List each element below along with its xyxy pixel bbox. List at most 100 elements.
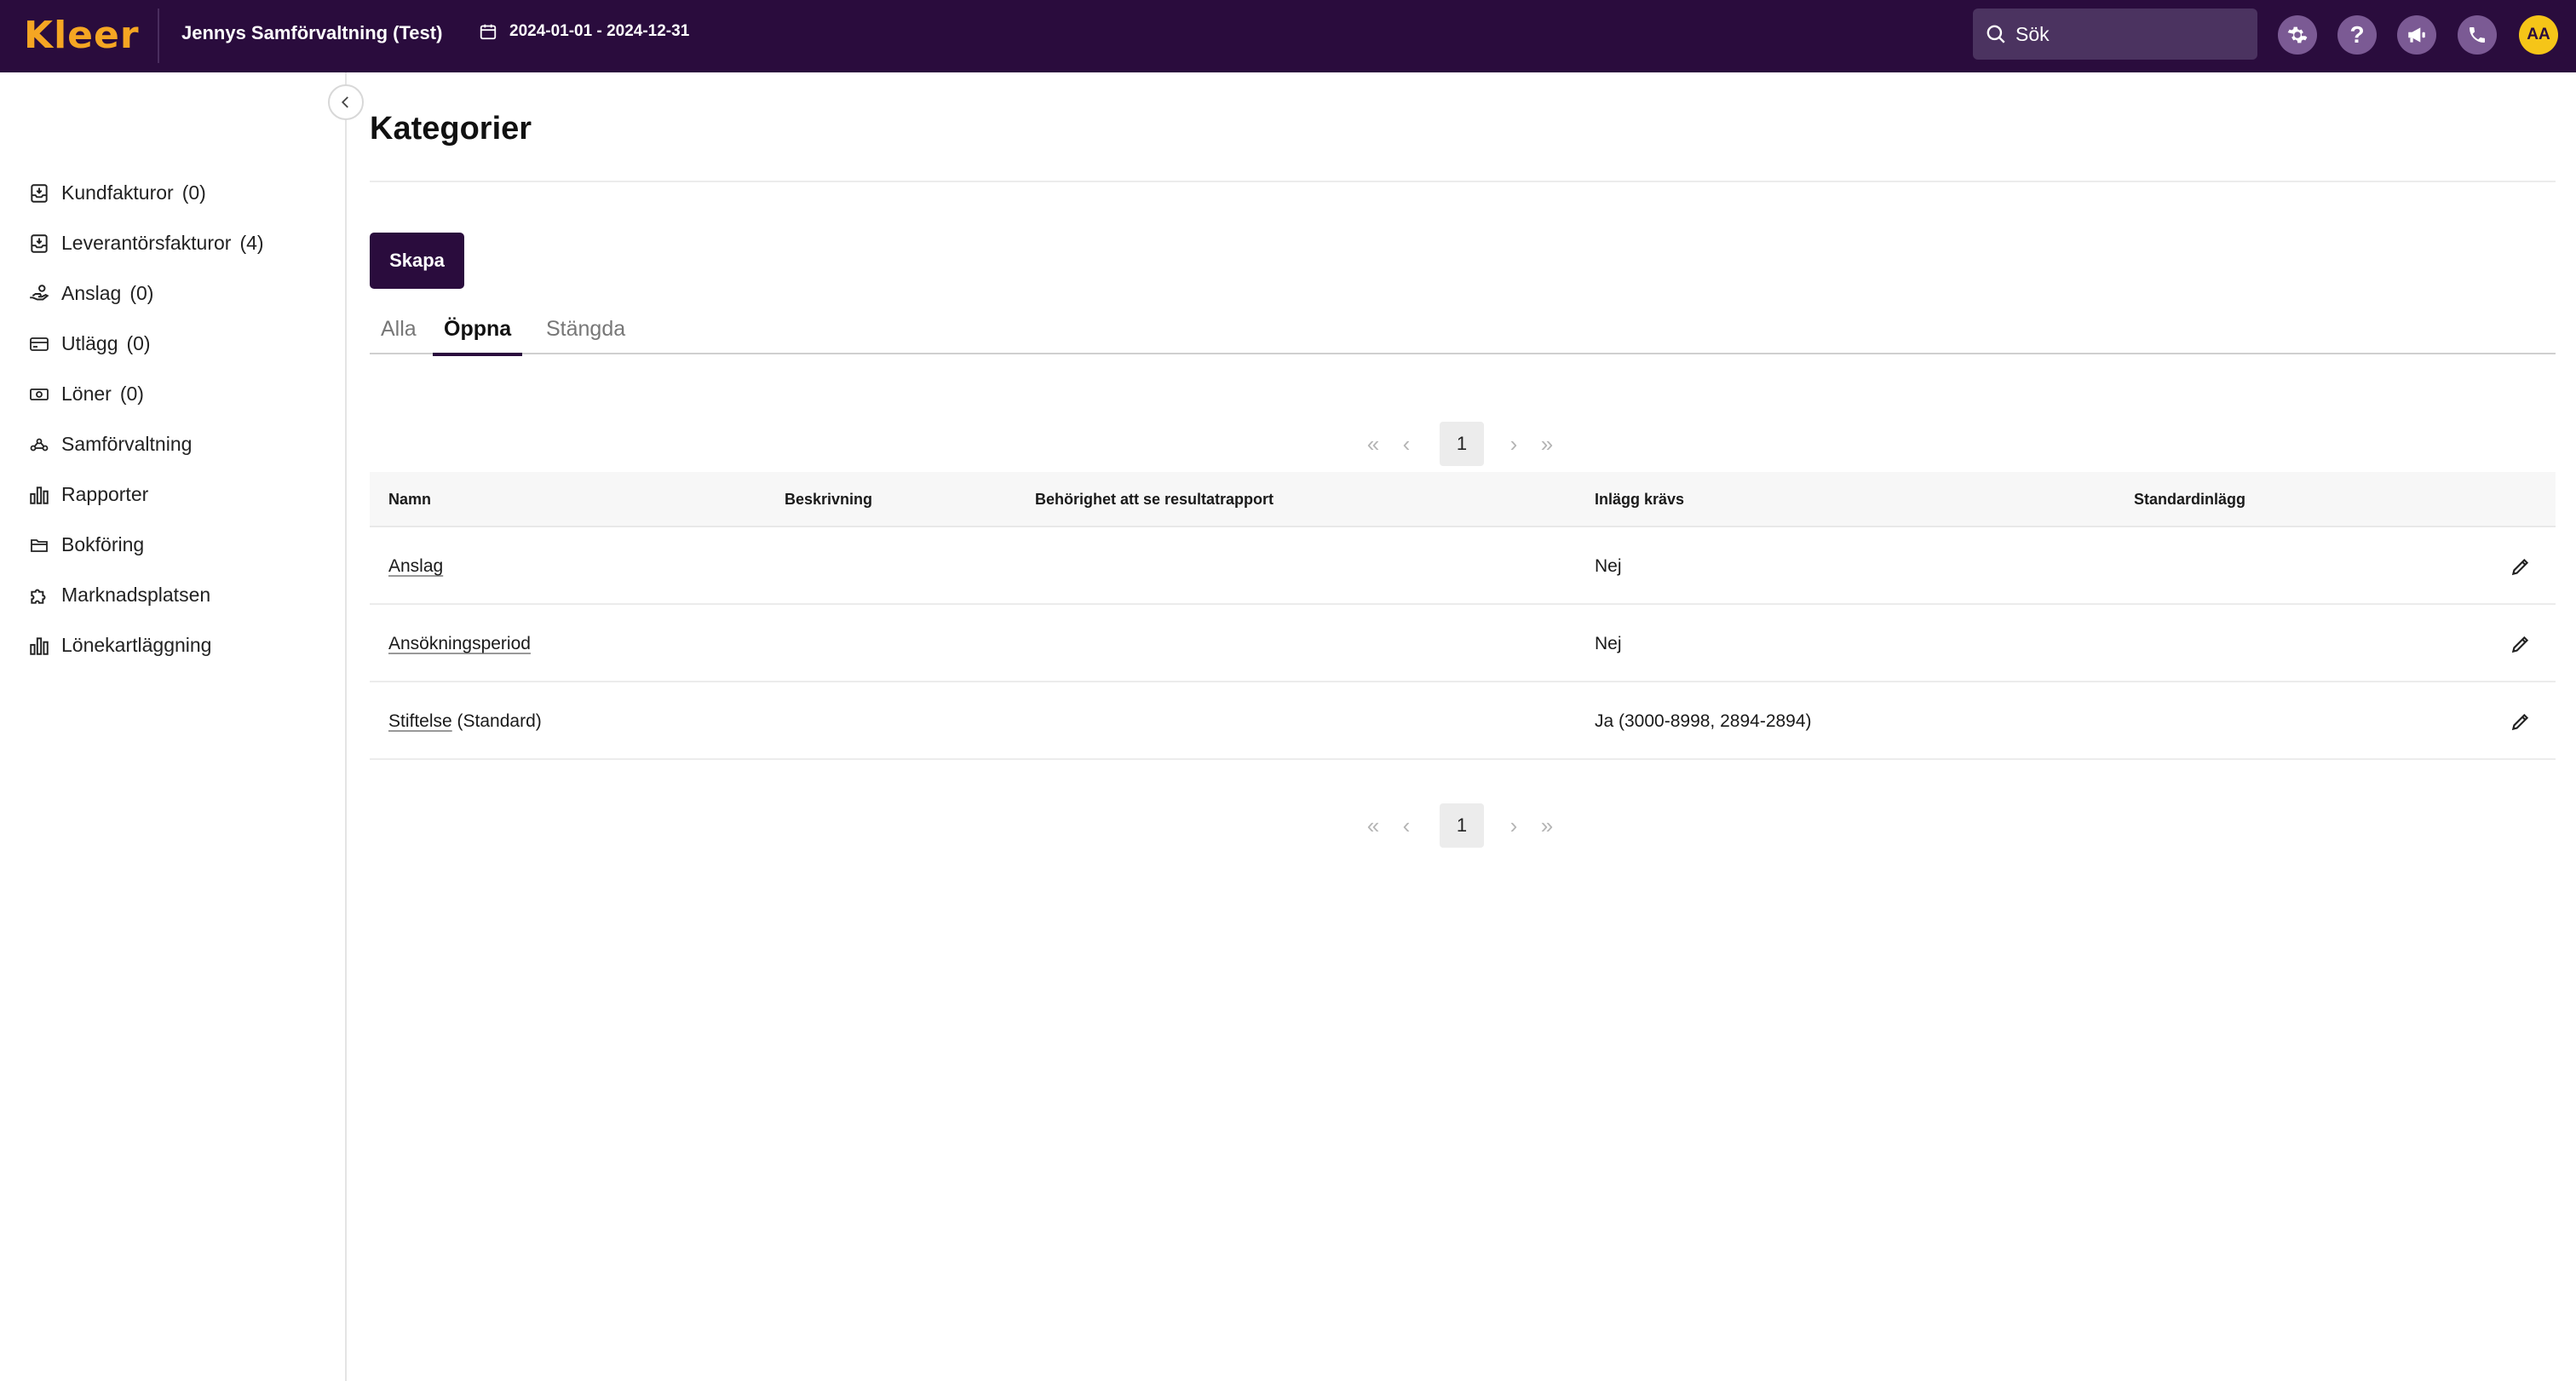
sidebar-item-utlagg[interactable]: Utlägg (0) [26,319,264,369]
edit-pencil-icon[interactable] [2510,711,2532,733]
last-page-icon[interactable]: » [1534,422,1560,466]
sidebar-item-label: Anslag [61,282,122,304]
sidebar-item-loner[interactable]: Löner (0) [26,369,264,419]
search-input[interactable] [2015,22,2245,46]
page-title: Kategorier [370,111,532,147]
last-page-icon[interactable]: » [1534,803,1560,848]
required-cell: Nej [1595,634,1622,653]
date-range-text: 2024-01-01 - 2024-12-31 [509,22,690,40]
required-cell: Ja (3000-8998, 2894-2894) [1595,711,1812,731]
sidebar-item-label: Utlägg [61,332,118,354]
column-header-inlagg-kravs[interactable]: Inlägg krävs [1595,472,1684,527]
sidebar-item-kundfakturor[interactable]: Kundfakturor (0) [26,168,264,218]
table-header: Namn Beskrivning Behörighet att se resul… [370,472,2556,527]
sidebar-item-bokforing[interactable]: Bokföring [26,520,264,570]
category-link[interactable]: Ansökningsperiod [388,634,531,653]
page-number-button[interactable]: 1 [1440,803,1484,848]
bar-chart-icon [26,482,53,508]
sidebar-item-label: Samförvaltning [61,433,193,455]
top-bar: Kleer Jennys Samförvaltning (Test) 2024-… [0,0,2576,72]
next-page-icon[interactable]: › [1504,422,1524,466]
sidebar-item-leverantorsfakturor[interactable]: Leverantörsfakturor (4) [26,218,264,268]
category-link[interactable]: Stiftelse [388,711,452,731]
next-page-icon[interactable]: › [1504,803,1524,848]
sidebar-item-count: (0) [129,282,154,304]
first-page-icon[interactable]: « [1360,803,1386,848]
pagination-top: « ‹ 1 › » [370,422,2556,466]
settings-icon [2287,26,2308,43]
search-box[interactable] [1973,9,2257,60]
sidebar-item-count: (0) [119,383,144,405]
edit-pencil-icon[interactable] [2510,633,2532,655]
sidebar-item-label: Löner [61,383,112,405]
category-link[interactable]: Anslag [388,556,443,576]
invoice-inbox-icon [26,231,53,256]
category-tabs: Alla Öppna Stängda [370,315,2556,356]
sidebar-item-label: Rapporter [61,483,149,505]
pagination-bottom: « ‹ 1 › » [370,803,2556,848]
bar-chart-icon [26,633,53,659]
settings-button[interactable] [2278,15,2317,55]
tab-oppna[interactable]: Öppna [433,315,523,356]
search-icon [1987,25,2005,43]
sidebar: Kundfakturor (0) Leverantörsfakturor (4)… [0,72,347,1381]
sidebar-item-samforvaltning[interactable]: Samförvaltning [26,419,264,469]
puzzle-icon [26,583,53,608]
category-suffix: (Standard) [451,711,542,731]
hand-coins-icon [26,281,53,307]
category-name-cell: Anslag [388,527,443,605]
edit-pencil-icon[interactable] [2510,555,2532,578]
announcements-button[interactable] [2397,15,2436,55]
megaphone-icon [2408,27,2425,43]
logo-text: Kleer [24,13,140,57]
sidebar-item-count: (4) [239,232,264,254]
credit-card-icon [26,331,53,357]
fiscal-year-selector[interactable]: 2024-01-01 - 2024-12-31 [479,22,689,41]
sidebar-item-anslag[interactable]: Anslag (0) [26,268,264,319]
sidebar-item-label: Bokföring [61,533,145,555]
table-row: Anslag Nej [370,527,2556,605]
categories-table: Namn Beskrivning Behörighet att se resul… [370,472,2556,760]
kleer-logo[interactable]: Kleer [24,13,140,57]
column-header-namn[interactable]: Namn [388,472,431,527]
help-button[interactable]: ? [2337,15,2377,55]
chevron-left-icon [341,96,348,108]
category-name-cell: Stiftelse (Standard) [388,682,542,760]
help-icon: ? [2349,21,2365,48]
banknote-icon [26,382,53,407]
category-name-cell: Ansökningsperiod [388,605,531,682]
invoice-inbox-icon [26,181,53,206]
sidebar-collapse-button[interactable] [328,84,364,120]
sidebar-item-rapporter[interactable]: Rapporter [26,469,264,520]
tab-stangda[interactable]: Stängda [535,315,636,354]
top-divider [158,9,159,63]
column-header-standardinlagg[interactable]: Standardinlägg [2134,472,2245,527]
sidebar-item-lonekartlaggning[interactable]: Lönekartläggning [26,620,264,670]
sidebar-nav: Kundfakturor (0) Leverantörsfakturor (4)… [26,168,264,670]
first-page-icon[interactable]: « [1360,422,1386,466]
sidebar-item-count: (0) [126,332,151,354]
calendar-icon [480,24,497,40]
title-divider [370,181,2556,182]
column-header-behorighet[interactable]: Behörighet att se resultatrapport [1035,472,1274,527]
create-button[interactable]: Skapa [370,233,464,289]
network-icon [26,432,53,457]
page-number-button[interactable]: 1 [1440,422,1484,466]
table-row: Ansökningsperiod Nej [370,605,2556,682]
sidebar-item-count: (0) [181,181,206,204]
sidebar-item-label: Leverantörsfakturor [61,232,232,254]
phone-icon [2470,27,2485,43]
tab-alla[interactable]: Alla [370,315,428,354]
required-cell: Nej [1595,556,1622,576]
prev-page-icon[interactable]: ‹ [1396,422,1417,466]
column-header-beskrivning[interactable]: Beskrivning [785,472,872,527]
sidebar-item-marknadsplatsen[interactable]: Marknadsplatsen [26,570,264,620]
user-avatar[interactable]: AA [2519,15,2558,55]
phone-button[interactable] [2458,15,2497,55]
sidebar-item-label: Lönekartläggning [61,634,212,656]
sidebar-item-label: Kundfakturor [61,181,174,204]
sidebar-item-label: Marknadsplatsen [61,584,211,606]
organization-selector[interactable]: Jennys Samförvaltning (Test) [181,22,442,44]
prev-page-icon[interactable]: ‹ [1396,803,1417,848]
folder-icon [26,532,53,558]
